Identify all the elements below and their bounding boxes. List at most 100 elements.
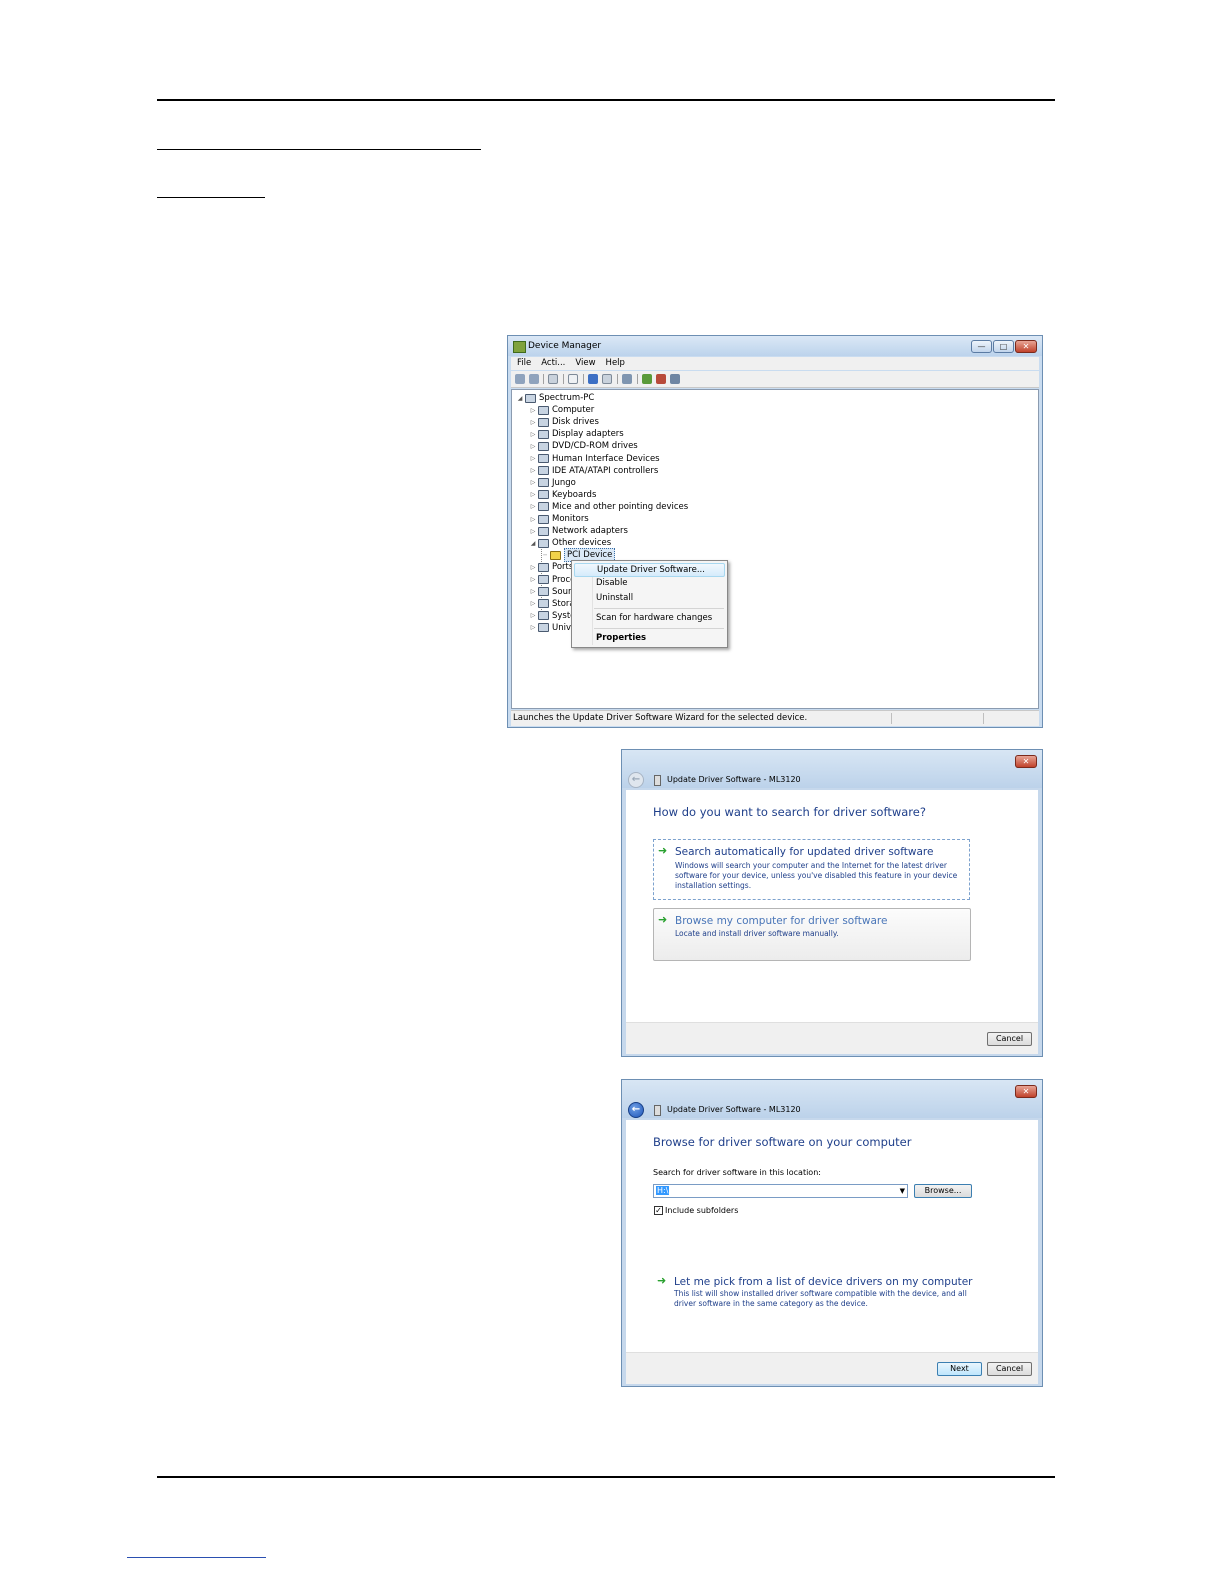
expand-arrow-icon[interactable]: ▷	[529, 576, 537, 583]
expand-arrow-icon[interactable]: ▷	[529, 564, 537, 571]
properties-icon[interactable]	[568, 374, 578, 384]
option-title: Search automatically for updated driver …	[675, 846, 934, 858]
expand-arrow-icon[interactable]: ▷	[529, 407, 537, 414]
processor-icon	[538, 575, 549, 584]
forward-icon[interactable]	[529, 374, 539, 384]
option-description: Windows will search your computer and th…	[675, 861, 958, 890]
maximize-button[interactable]: □	[993, 340, 1014, 353]
disable-icon[interactable]	[670, 374, 680, 384]
tree-node[interactable]: ▷ Syste	[529, 610, 576, 622]
tree-node[interactable]: ▷ Human Interface Devices	[529, 453, 660, 465]
tree-node[interactable]: ▷ DVD/CD-ROM drives	[529, 440, 638, 452]
update-driver-wizard-browse: ✕ ← Update Driver Software - ML3120 Brow…	[621, 1079, 1043, 1387]
tree-node[interactable]: ▷ Ports	[529, 561, 574, 573]
toolbar	[511, 371, 1039, 388]
expand-arrow-icon[interactable]: ▷	[529, 600, 537, 607]
other-devices-icon	[538, 538, 549, 548]
pick-from-list-option[interactable]: ➜ Let me pick from a list of device driv…	[653, 1270, 977, 1312]
uninstall-icon[interactable]	[656, 374, 666, 384]
expand-arrow-icon[interactable]: ▷	[529, 503, 537, 510]
menu-scan-hardware[interactable]: Scan for hardware changes	[574, 612, 725, 626]
tree-node[interactable]: ▷ Keyboards	[529, 489, 597, 501]
help-icon[interactable]	[588, 374, 598, 384]
browse-button[interactable]: Browse...	[914, 1184, 972, 1198]
expand-arrow-icon[interactable]: ▷	[529, 455, 537, 462]
title-bar[interactable]: Device Manager — □ ✕	[508, 336, 1042, 356]
expand-arrow-icon[interactable]: ▷	[529, 612, 537, 619]
tree-node[interactable]: ▷ Proce	[529, 574, 576, 586]
cancel-button[interactable]: Cancel	[987, 1032, 1032, 1046]
toolbar-separator	[543, 374, 544, 384]
close-button[interactable]: ✕	[1015, 1085, 1037, 1098]
menu-properties[interactable]: Properties	[574, 632, 725, 646]
include-subfolders-label[interactable]: Include subfolders	[665, 1206, 738, 1215]
tree-node[interactable]: ▷ Soun	[529, 586, 574, 598]
toolbar-separator	[563, 374, 564, 384]
view-icon[interactable]	[602, 374, 612, 384]
toolbar-separator	[617, 374, 618, 384]
menu-disable[interactable]: Disable	[574, 577, 725, 591]
expand-arrow-icon[interactable]: ▷	[529, 419, 537, 426]
expand-arrow-icon[interactable]: ▷	[529, 431, 537, 438]
expand-arrow-icon[interactable]: ▷	[529, 516, 537, 523]
device-icon	[654, 1105, 661, 1116]
ide-controller-icon	[538, 466, 549, 476]
option-description: Locate and install driver software manua…	[675, 929, 839, 938]
tree-node[interactable]: ▷ Unive	[529, 622, 577, 634]
storage-icon	[538, 599, 549, 609]
menu-item-label: Uninstall	[596, 593, 634, 603]
expand-arrow-icon[interactable]: ▷	[529, 467, 537, 474]
expand-arrow-icon[interactable]: ▷	[529, 624, 537, 631]
back-button[interactable]: ←	[628, 772, 644, 788]
cancel-button[interactable]: Cancel	[987, 1362, 1032, 1376]
search-location-combobox[interactable]: H:\ ▼	[653, 1184, 908, 1198]
title-bar[interactable]: ✕ ← Update Driver Software - ML3120	[622, 1080, 1042, 1118]
tree-node-label: Jungo	[552, 477, 576, 488]
menu-uninstall[interactable]: Uninstall	[574, 592, 725, 606]
title-bar[interactable]: ✕ ← Update Driver Software - ML3120	[622, 750, 1042, 788]
expand-arrow-icon[interactable]: ▷	[529, 588, 537, 595]
search-automatically-option[interactable]: ➜ Search automatically for updated drive…	[653, 839, 970, 900]
minimize-button[interactable]: —	[971, 340, 992, 353]
menu-help[interactable]: Help	[606, 357, 625, 370]
tree-node[interactable]: ▷ Stora	[529, 598, 575, 610]
expand-arrow-icon[interactable]: ▷	[529, 479, 537, 486]
expand-arrow-icon[interactable]: ▷	[529, 443, 537, 450]
network-adapter-icon	[538, 526, 549, 536]
tree-node[interactable]: ▷ Jungo	[529, 477, 576, 489]
dropdown-arrow-icon[interactable]: ▼	[900, 1185, 905, 1197]
menu-view[interactable]: View	[575, 357, 595, 370]
menu-file[interactable]: File	[517, 357, 531, 370]
next-button[interactable]: Next	[937, 1362, 982, 1376]
subheading-underline	[157, 197, 265, 198]
tree-node-label: Mice and other pointing devices	[552, 501, 689, 512]
window-title: Device Manager	[528, 341, 602, 351]
expand-arrow-icon[interactable]: ▷	[529, 491, 537, 498]
expand-arrow-icon[interactable]: ▷	[529, 528, 537, 535]
tree-node[interactable]: ▷ Mice and other pointing devices	[529, 501, 689, 513]
tree-node[interactable]: ▷ Disk drives	[529, 416, 599, 428]
menu-item-label: Properties	[596, 633, 647, 643]
tree-node[interactable]: ▷ Computer	[529, 404, 595, 416]
device-tree[interactable]: ◢ Spectrum-PC ▷ Computer ▷ Disk drives ▷ Displa…	[511, 389, 1039, 709]
tree-node[interactable]: ▷ Monitors	[529, 513, 589, 525]
show-hide-tree-icon[interactable]	[548, 374, 558, 384]
include-subfolders-checkbox[interactable]: ✓	[654, 1206, 663, 1215]
tree-node[interactable]: ▷ Network adapters	[529, 525, 628, 537]
tree-leaf-connector: ┄	[543, 551, 547, 559]
browse-computer-option[interactable]: ➜ Browse my computer for driver software…	[653, 908, 971, 961]
menu-update-driver[interactable]: Update Driver Software...	[574, 563, 725, 577]
close-button[interactable]: ✕	[1015, 340, 1037, 353]
back-button[interactable]: ←	[628, 1102, 644, 1118]
scan-hardware-icon[interactable]	[622, 374, 632, 384]
tree-node[interactable]: ▷ Display adapters	[529, 428, 624, 440]
collapse-arrow-icon[interactable]: ◢	[529, 540, 537, 547]
collapse-arrow-icon[interactable]: ◢	[516, 395, 524, 402]
menu-action[interactable]: Acti...	[541, 357, 565, 370]
close-button[interactable]: ✕	[1015, 755, 1037, 768]
tree-node[interactable]: ▷ IDE ATA/ATAPI controllers	[529, 465, 659, 477]
update-driver-icon[interactable]	[642, 374, 652, 384]
tree-node[interactable]: ◢ Spectrum-PC	[516, 392, 595, 404]
back-icon[interactable]	[515, 374, 525, 384]
dvd-drive-icon	[538, 441, 549, 451]
